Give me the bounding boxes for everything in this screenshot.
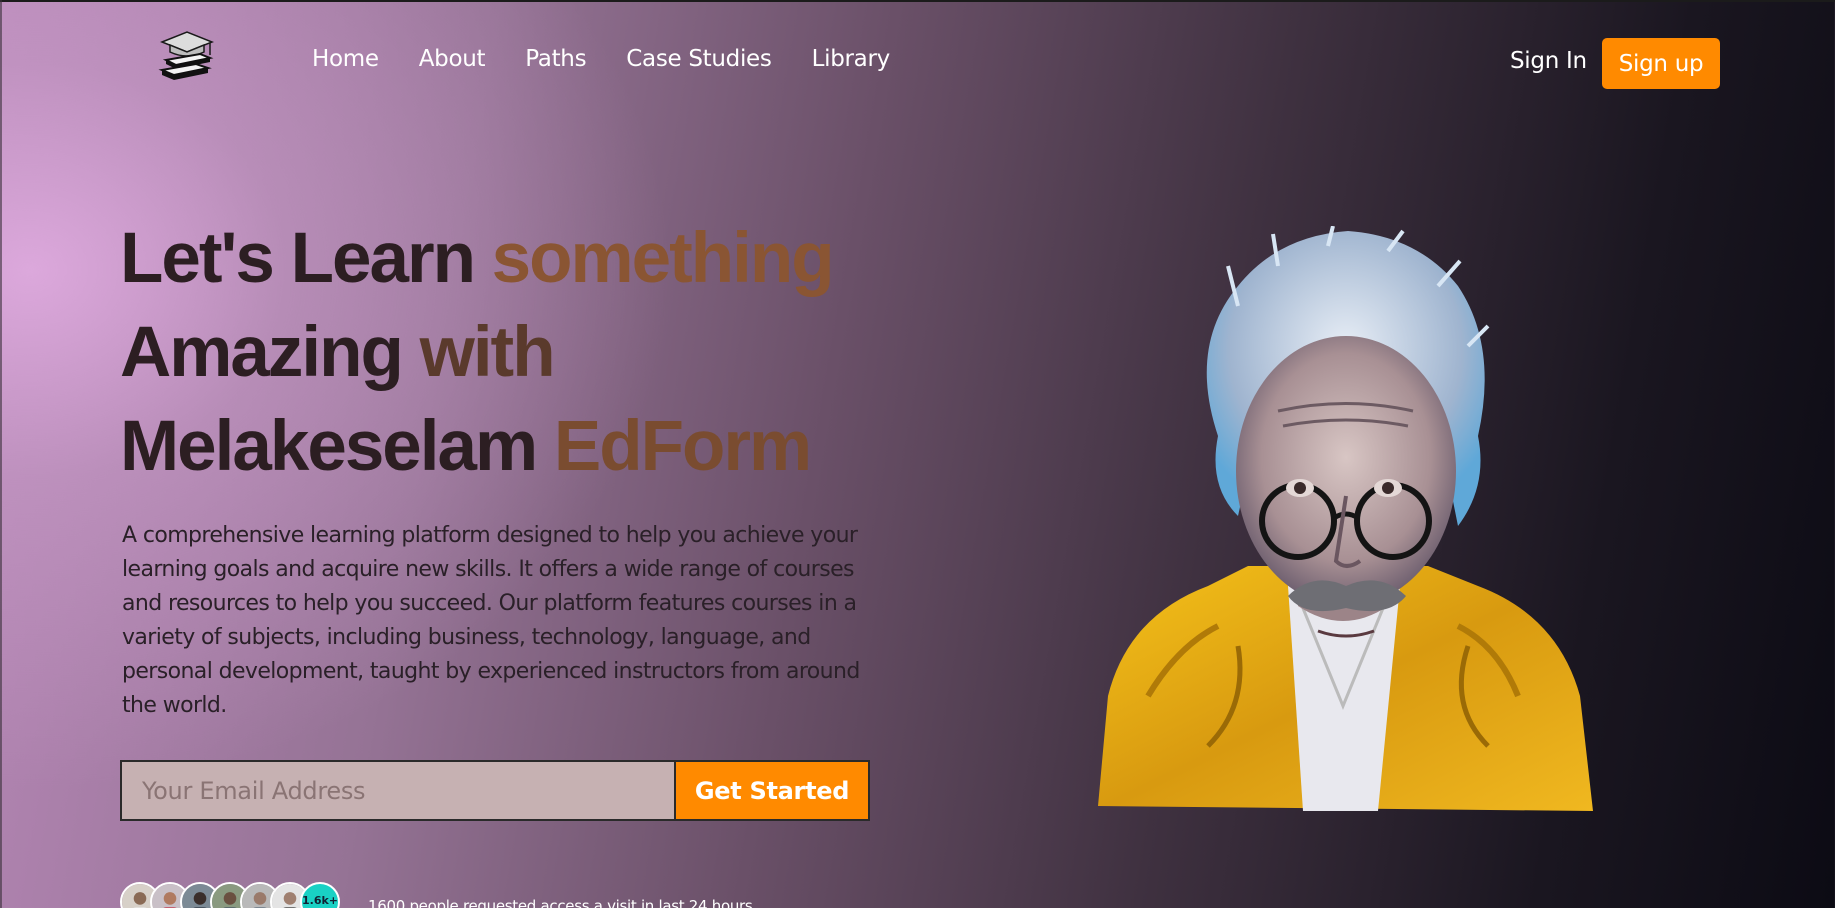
nav-library-link[interactable]: Library: [812, 48, 891, 71]
logo[interactable]: [156, 28, 218, 84]
headline-text: Amazing: [120, 313, 420, 392]
hero-portrait-image: [1088, 225, 1600, 816]
headline-highlight: with: [419, 313, 556, 392]
sign-in-link[interactable]: Sign In: [1510, 50, 1587, 73]
get-started-button[interactable]: Get Started: [674, 760, 870, 821]
avatar-count-badge: 1.6k+: [300, 882, 340, 908]
nav-about-link[interactable]: About: [419, 48, 486, 71]
headline-line-1: Let's Learn something: [120, 212, 880, 306]
headline-line-3: Melakeselam EdForm: [120, 400, 880, 494]
email-signup-form: Get Started: [120, 760, 870, 821]
sign-up-button[interactable]: Sign up: [1602, 38, 1720, 89]
nav-paths-link[interactable]: Paths: [525, 48, 586, 71]
hero-headline: Let's Learn something Amazing with Melak…: [120, 212, 880, 494]
hero-description: A comprehensive learning platform design…: [122, 523, 860, 718]
headline-highlight: EdForm: [553, 407, 812, 486]
email-input[interactable]: [120, 760, 674, 821]
headline-highlight: something: [491, 219, 835, 298]
headline-text: Melakeselam: [120, 407, 554, 486]
top-border: [0, 0, 1835, 2]
left-border: [0, 0, 2, 908]
nav-home-link[interactable]: Home: [312, 48, 379, 71]
avatar-stack: 1.6k+: [120, 882, 340, 908]
headline-text: Let's Learn: [120, 219, 492, 298]
main-nav: Home About Paths Case Studies Library: [312, 48, 890, 71]
access-requests-text: 1600 people requested access a visit in …: [368, 897, 753, 908]
headline-line-2: Amazing with: [120, 306, 880, 400]
nav-case-studies-link[interactable]: Case Studies: [626, 48, 772, 71]
graduation-books-icon: [158, 31, 215, 80]
